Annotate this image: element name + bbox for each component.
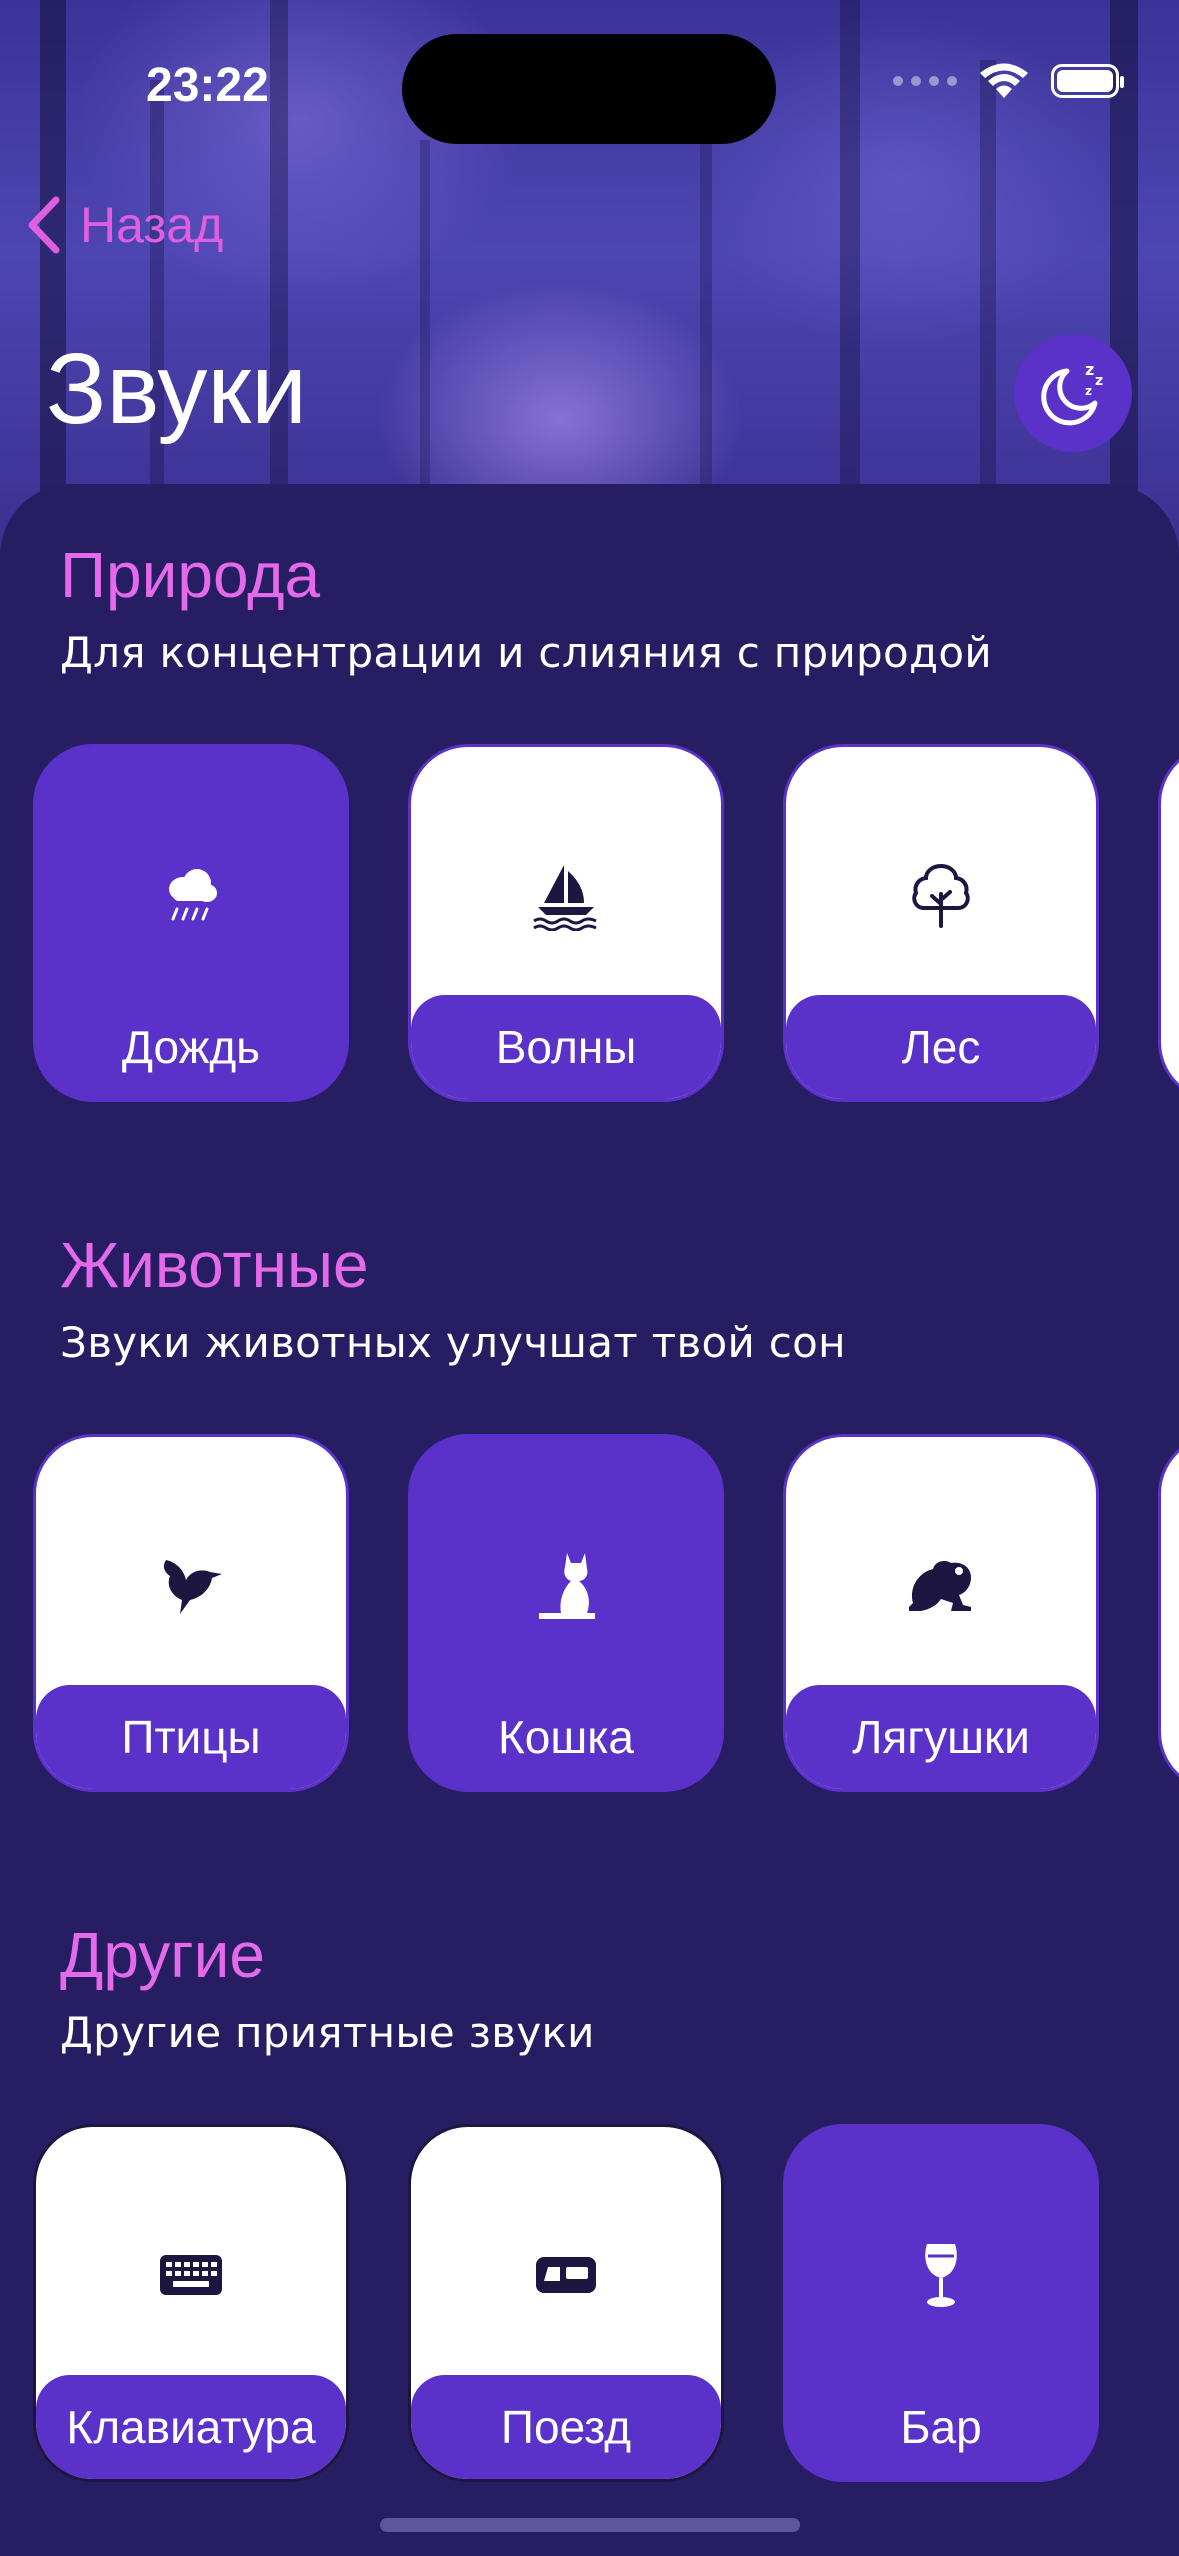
section-subtitle-animals: Звуки животных улучшат твой сон bbox=[60, 1318, 846, 1367]
sound-card-label: Клавиатура bbox=[66, 2401, 316, 2453]
back-button[interactable]: Назад bbox=[26, 196, 223, 254]
sound-card-label-bar: Птицы bbox=[36, 1685, 346, 1789]
svg-text:z: z bbox=[1095, 373, 1103, 389]
sound-card-cat[interactable]: Кошка bbox=[408, 1434, 724, 1792]
sound-card-label-bar: Лес bbox=[786, 995, 1096, 1099]
section-subtitle-nature: Для концентрации и слияния с природой bbox=[60, 628, 992, 677]
sound-card-partial[interactable] bbox=[1158, 744, 1179, 1102]
chevron-left-icon bbox=[28, 196, 60, 254]
sound-card-label: Дождь bbox=[121, 1021, 261, 1073]
sound-card-label-bar: Бар bbox=[786, 2375, 1096, 2479]
sound-card-label: Кошка bbox=[497, 1711, 634, 1763]
cat-icon bbox=[411, 1545, 721, 1625]
sound-card-forest[interactable]: Лес bbox=[783, 744, 1099, 1102]
sound-card-label-bar: Волны bbox=[411, 995, 721, 1099]
sounds-panel: Природа Для концентрации и слияния с при… bbox=[0, 484, 1179, 2556]
sound-card-label: Птицы bbox=[121, 1711, 261, 1763]
bird-icon bbox=[36, 1545, 346, 1625]
sound-card-label-bar: Кошка bbox=[411, 1685, 721, 1789]
section-title-animals: Животные bbox=[60, 1229, 369, 1301]
status-icons bbox=[893, 62, 1124, 100]
sound-card-keyboard[interactable]: Клавиатура bbox=[33, 2124, 349, 2482]
keyboard-icon bbox=[36, 2235, 346, 2315]
svg-text:z: z bbox=[1085, 360, 1094, 379]
sound-card-partial[interactable] bbox=[1158, 1434, 1179, 1792]
dynamic-island bbox=[402, 34, 776, 144]
wifi-icon bbox=[980, 63, 1028, 98]
cloud-rain-icon bbox=[36, 855, 346, 935]
sound-card-train[interactable]: Поезд bbox=[408, 2124, 724, 2482]
sound-card-label-bar: Лягушки bbox=[786, 1685, 1096, 1789]
battery-icon bbox=[1051, 64, 1124, 98]
sound-card-waves[interactable]: Волны bbox=[408, 744, 724, 1102]
signal-dots-icon bbox=[893, 76, 957, 86]
sound-card-label: Бар bbox=[900, 2401, 982, 2453]
sound-card-label-bar: Клавиатура bbox=[36, 2375, 346, 2479]
moon-zzz-icon: z z z bbox=[1041, 360, 1103, 426]
home-indicator[interactable] bbox=[380, 2518, 800, 2532]
sleep-timer-button[interactable]: z z z bbox=[1014, 334, 1132, 452]
back-label: Назад bbox=[80, 197, 224, 253]
sound-card-label-bar: Дождь bbox=[36, 995, 346, 1099]
sound-card-bar[interactable]: Бар bbox=[783, 2124, 1099, 2482]
tree-icon bbox=[786, 855, 1096, 935]
sound-card-rain[interactable]: Дождь bbox=[33, 744, 349, 1102]
wineglass-icon bbox=[786, 2235, 1096, 2315]
sound-card-frogs[interactable]: Лягушки bbox=[783, 1434, 1099, 1792]
sound-card-label: Лягушки bbox=[852, 1711, 1030, 1763]
section-title-nature: Природа bbox=[60, 539, 321, 611]
sailboat-waves-icon bbox=[411, 855, 721, 935]
page-title: Звуки bbox=[46, 333, 307, 445]
sound-card-label: Волны bbox=[495, 1021, 637, 1073]
sound-card-label: Лес bbox=[901, 1021, 981, 1073]
frog-icon bbox=[786, 1545, 1096, 1625]
train-icon bbox=[411, 2235, 721, 2315]
status-time: 23:22 bbox=[146, 59, 269, 112]
section-title-others: Другие bbox=[60, 1919, 265, 1991]
sound-card-label: Поезд bbox=[500, 2401, 632, 2453]
section-subtitle-others: Другие приятные звуки bbox=[60, 2008, 595, 2057]
sound-card-birds[interactable]: Птицы bbox=[33, 1434, 349, 1792]
svg-text:z: z bbox=[1085, 384, 1092, 398]
sound-card-label-bar: Поезд bbox=[411, 2375, 721, 2479]
